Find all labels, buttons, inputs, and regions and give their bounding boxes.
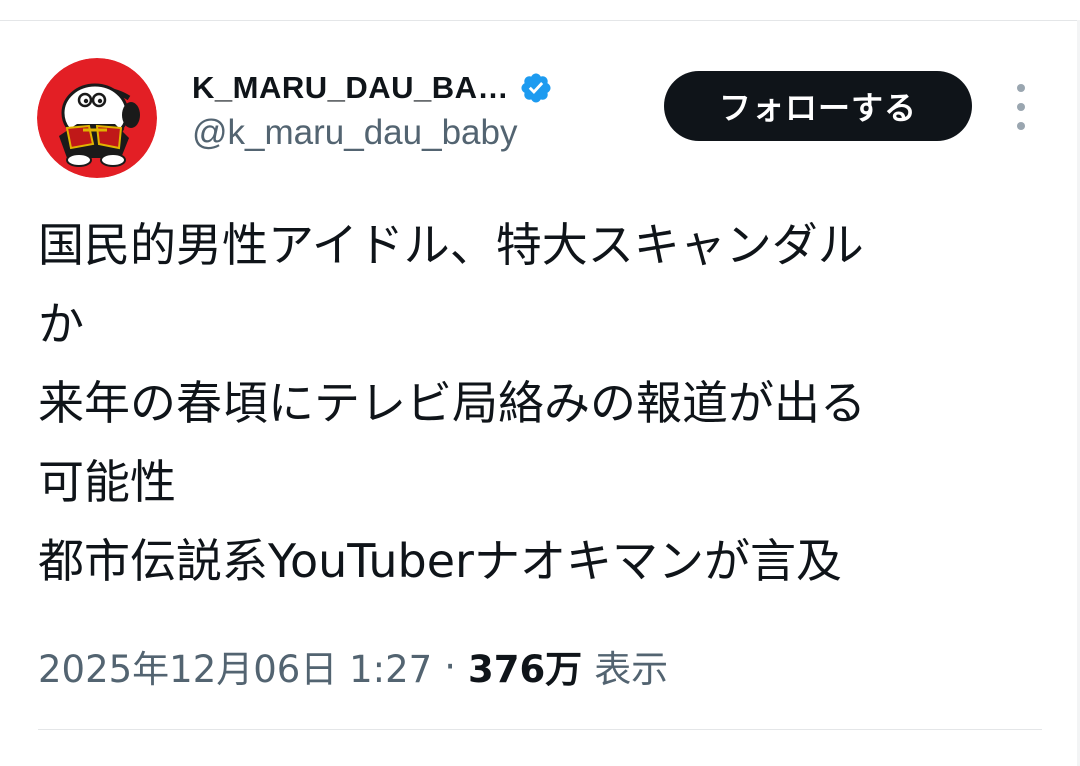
vertical-ellipsis-icon xyxy=(1017,84,1025,92)
cartoon-mascot-avatar-icon xyxy=(37,58,157,178)
views-label: 表示 xyxy=(594,648,669,691)
tweet-text-line: 可能性 xyxy=(38,455,176,509)
avatar[interactable] xyxy=(37,58,157,178)
views-count[interactable]: 376万 xyxy=(468,639,582,693)
follow-button[interactable]: フォローする xyxy=(664,71,972,141)
tweet-text-line: 国民的男性アイドル、特大スキャンダル xyxy=(38,218,864,272)
verified-badge-icon xyxy=(521,73,551,103)
meta-separator: · xyxy=(444,644,456,688)
bottom-divider xyxy=(38,729,1042,730)
display-name[interactable]: K_MARU_DAU_BA… xyxy=(192,70,509,106)
tweet-text-line: 都市伝説系YouTuberナオキマンが言及 xyxy=(38,534,842,588)
tweet-text-line: か xyxy=(38,297,84,351)
top-divider xyxy=(0,20,1080,21)
more-options-button[interactable] xyxy=(1004,84,1038,130)
author-handle[interactable]: @k_maru_dau_baby xyxy=(192,113,517,153)
author-name-row[interactable]: K_MARU_DAU_BA… xyxy=(192,66,553,110)
tweet-meta: 2025年12月06日 1:27 · 376万 表示 xyxy=(38,640,668,692)
vertical-ellipsis-dot xyxy=(1017,103,1025,111)
timestamp[interactable]: 2025年12月06日 1:27 xyxy=(38,639,432,693)
tweet-text: 国民的男性アイドル、特大スキャンダル か 来年の春頃にテレビ局絡みの報道が出る … xyxy=(38,206,1038,601)
tweet-text-line: 来年の春頃にテレビ局絡みの報道が出る xyxy=(38,376,866,430)
vertical-ellipsis-dot xyxy=(1017,122,1025,130)
